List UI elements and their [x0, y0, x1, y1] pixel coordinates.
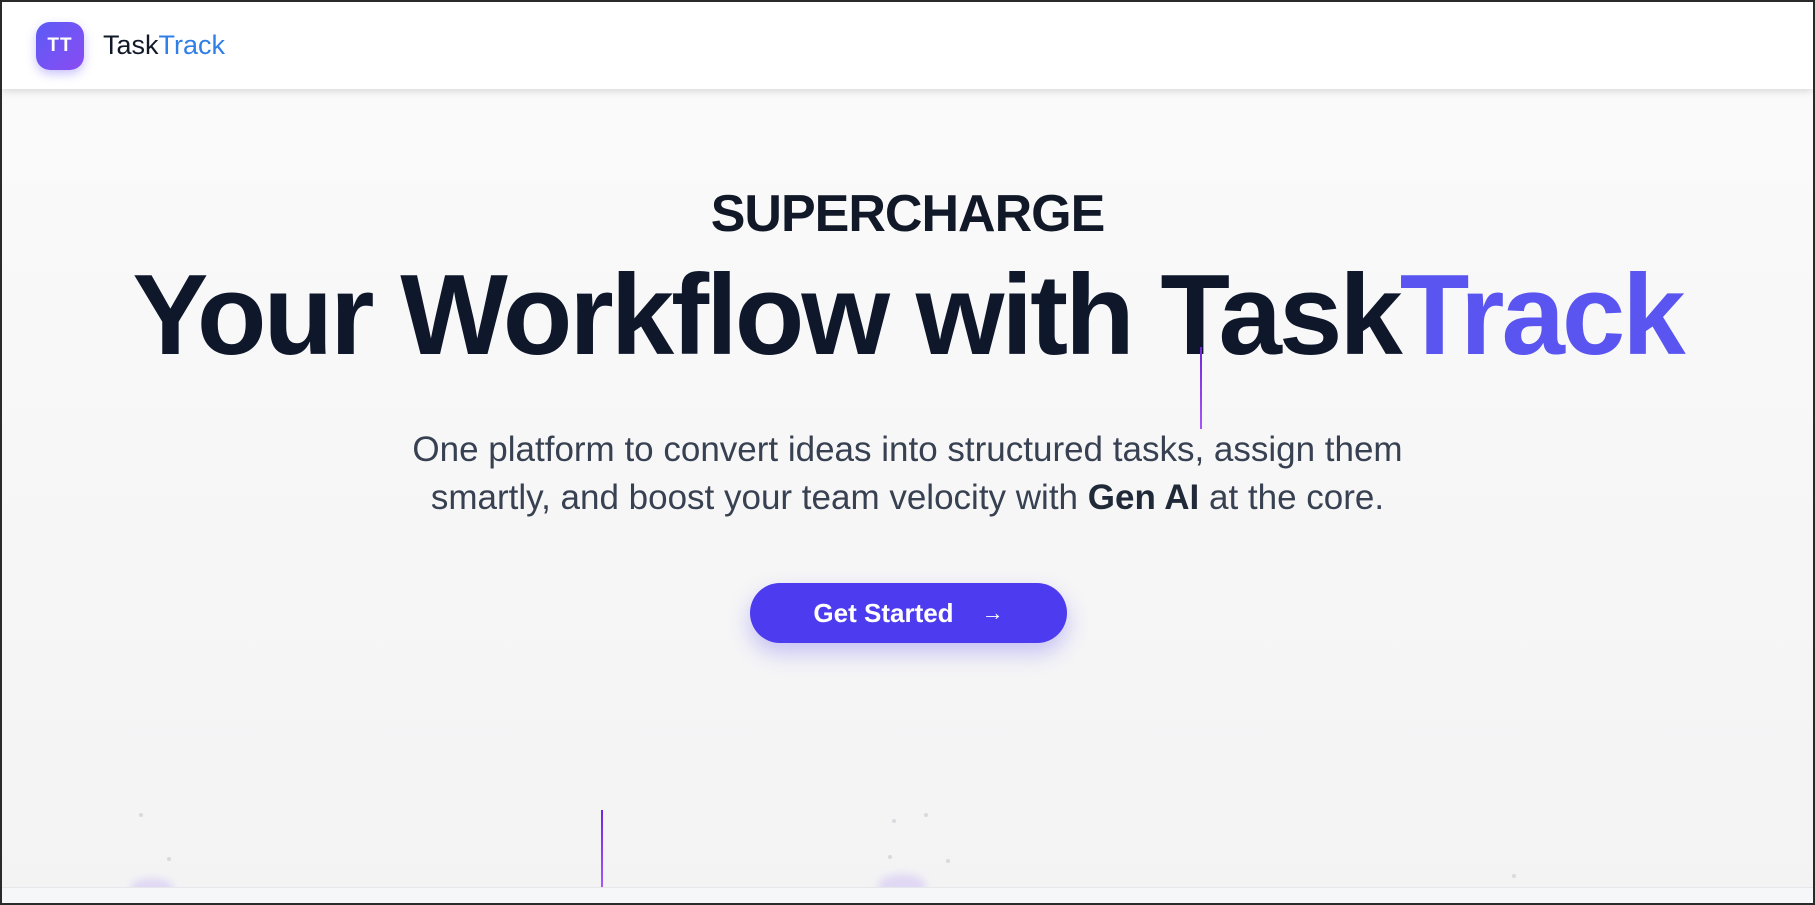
decorative-dot [924, 813, 928, 817]
logo-badge[interactable]: TT [36, 21, 84, 70]
decorative-dot [167, 857, 171, 861]
decorative-dot [139, 813, 143, 817]
app-window: TT TaskTrack SUPERCHARGE Your Workflow w… [0, 0, 1815, 905]
brand-name[interactable]: TaskTrack [103, 30, 225, 61]
decorative-dot [892, 819, 896, 823]
hero-eyebrow: SUPERCHARGE [710, 185, 1106, 243]
brand-name-part1: Task [103, 30, 159, 60]
subtext-line2-post: at the core. [1199, 478, 1385, 517]
headline-accent: Track [1399, 252, 1686, 379]
decorative-dot [888, 855, 892, 859]
decorative-line [1200, 347, 1202, 429]
decorative-dot [946, 859, 950, 863]
headline-main: Your Workflow with Task [132, 252, 1402, 379]
arrow-right-icon: → [981, 600, 1004, 625]
hero-headline: Your Workflow with TaskTrack [2, 259, 1813, 373]
subtext-highlight: Gen AI [1087, 478, 1200, 517]
decorative-dot [1512, 874, 1516, 878]
subtext-line2-pre: smartly, and boost your team velocity wi… [430, 478, 1088, 517]
decorative-line [601, 810, 603, 887]
subtext-line1: One platform to convert ideas into struc… [412, 430, 1403, 469]
get-started-label: Get Started [813, 597, 954, 628]
hero-subtext: One platform to convert ideas into struc… [2, 426, 1813, 522]
get-started-button[interactable]: Get Started → [750, 583, 1067, 643]
hero-section: SUPERCHARGE Your Workflow with TaskTrack… [2, 89, 1813, 889]
next-section-edge [2, 887, 1813, 903]
top-navbar: TT TaskTrack [2, 2, 1813, 89]
brand-name-part2: Track [158, 30, 226, 60]
